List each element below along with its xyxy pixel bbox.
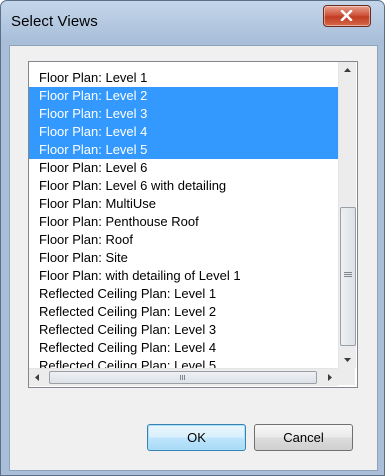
chevron-up-icon [344, 68, 351, 72]
chevron-right-icon [328, 374, 332, 381]
scroll-up-button[interactable] [339, 62, 356, 79]
cancel-button[interactable]: Cancel [254, 424, 353, 451]
horizontal-scroll-thumb[interactable] [49, 371, 317, 384]
chevron-left-icon [35, 374, 39, 381]
list-item[interactable]: Reflected Ceiling Plan: Level 5 [29, 357, 338, 368]
views-list: Floor Plan: Level 1 Floor Plan: Level 2 Fl… [29, 62, 338, 368]
ok-button[interactable]: OK [147, 424, 246, 451]
list-item[interactable]: Reflected Ceiling Plan: Level 1 [29, 285, 338, 303]
list-item[interactable]: Reflected Ceiling Plan: Level 2 [29, 303, 338, 321]
list-item[interactable]: Floor Plan: Roof [29, 231, 338, 249]
vertical-scroll-thumb[interactable] [340, 207, 356, 346]
list-item[interactable]: Reflected Ceiling Plan: Level 3 [29, 321, 338, 339]
list-item[interactable]: Reflected Ceiling Plan: Level 4 [29, 339, 338, 357]
list-item[interactable]: Floor Plan: MultiUse [29, 195, 338, 213]
list-item[interactable]: Floor Plan: Level 6 [29, 159, 338, 177]
list-item[interactable]: Floor Plan: Site [29, 249, 338, 267]
title-bar[interactable]: Select Views [1, 1, 384, 45]
list-item[interactable]: Floor Plan: Penthouse Roof [29, 213, 338, 231]
views-listbox[interactable]: Floor Plan: Level 1 Floor Plan: Level 2 Fl… [28, 61, 358, 388]
close-button[interactable] [323, 5, 371, 27]
close-icon [340, 10, 353, 21]
dialog-body: Floor Plan: Level 1 Floor Plan: Level 2 Fl… [9, 45, 378, 471]
list-item[interactable]: Floor Plan: with detailing of Level 1 [29, 267, 338, 285]
dialog-title: Select Views [11, 13, 98, 30]
list-item[interactable]: Floor Plan: Level 5 [29, 141, 338, 159]
select-views-dialog: Select Views Floor Plan: Level 1 Floor Pl… [0, 0, 385, 476]
scrollbar-corner [338, 368, 355, 385]
vertical-scrollbar[interactable] [338, 62, 356, 368]
list-item[interactable]: Floor Plan: Level 2 [29, 87, 338, 105]
scroll-right-button[interactable] [321, 369, 338, 386]
list-item[interactable]: Floor Plan: Level 4 [29, 123, 338, 141]
list-item[interactable]: Floor Plan: Level 6 with detailing [29, 177, 338, 195]
chevron-down-icon [344, 358, 351, 362]
list-item[interactable]: Floor Plan: Level 1 [29, 69, 338, 87]
scroll-left-button[interactable] [29, 369, 46, 386]
horizontal-scrollbar[interactable] [29, 368, 338, 386]
scroll-down-button[interactable] [339, 351, 356, 368]
list-item[interactable]: Floor Plan: Level 3 [29, 105, 338, 123]
